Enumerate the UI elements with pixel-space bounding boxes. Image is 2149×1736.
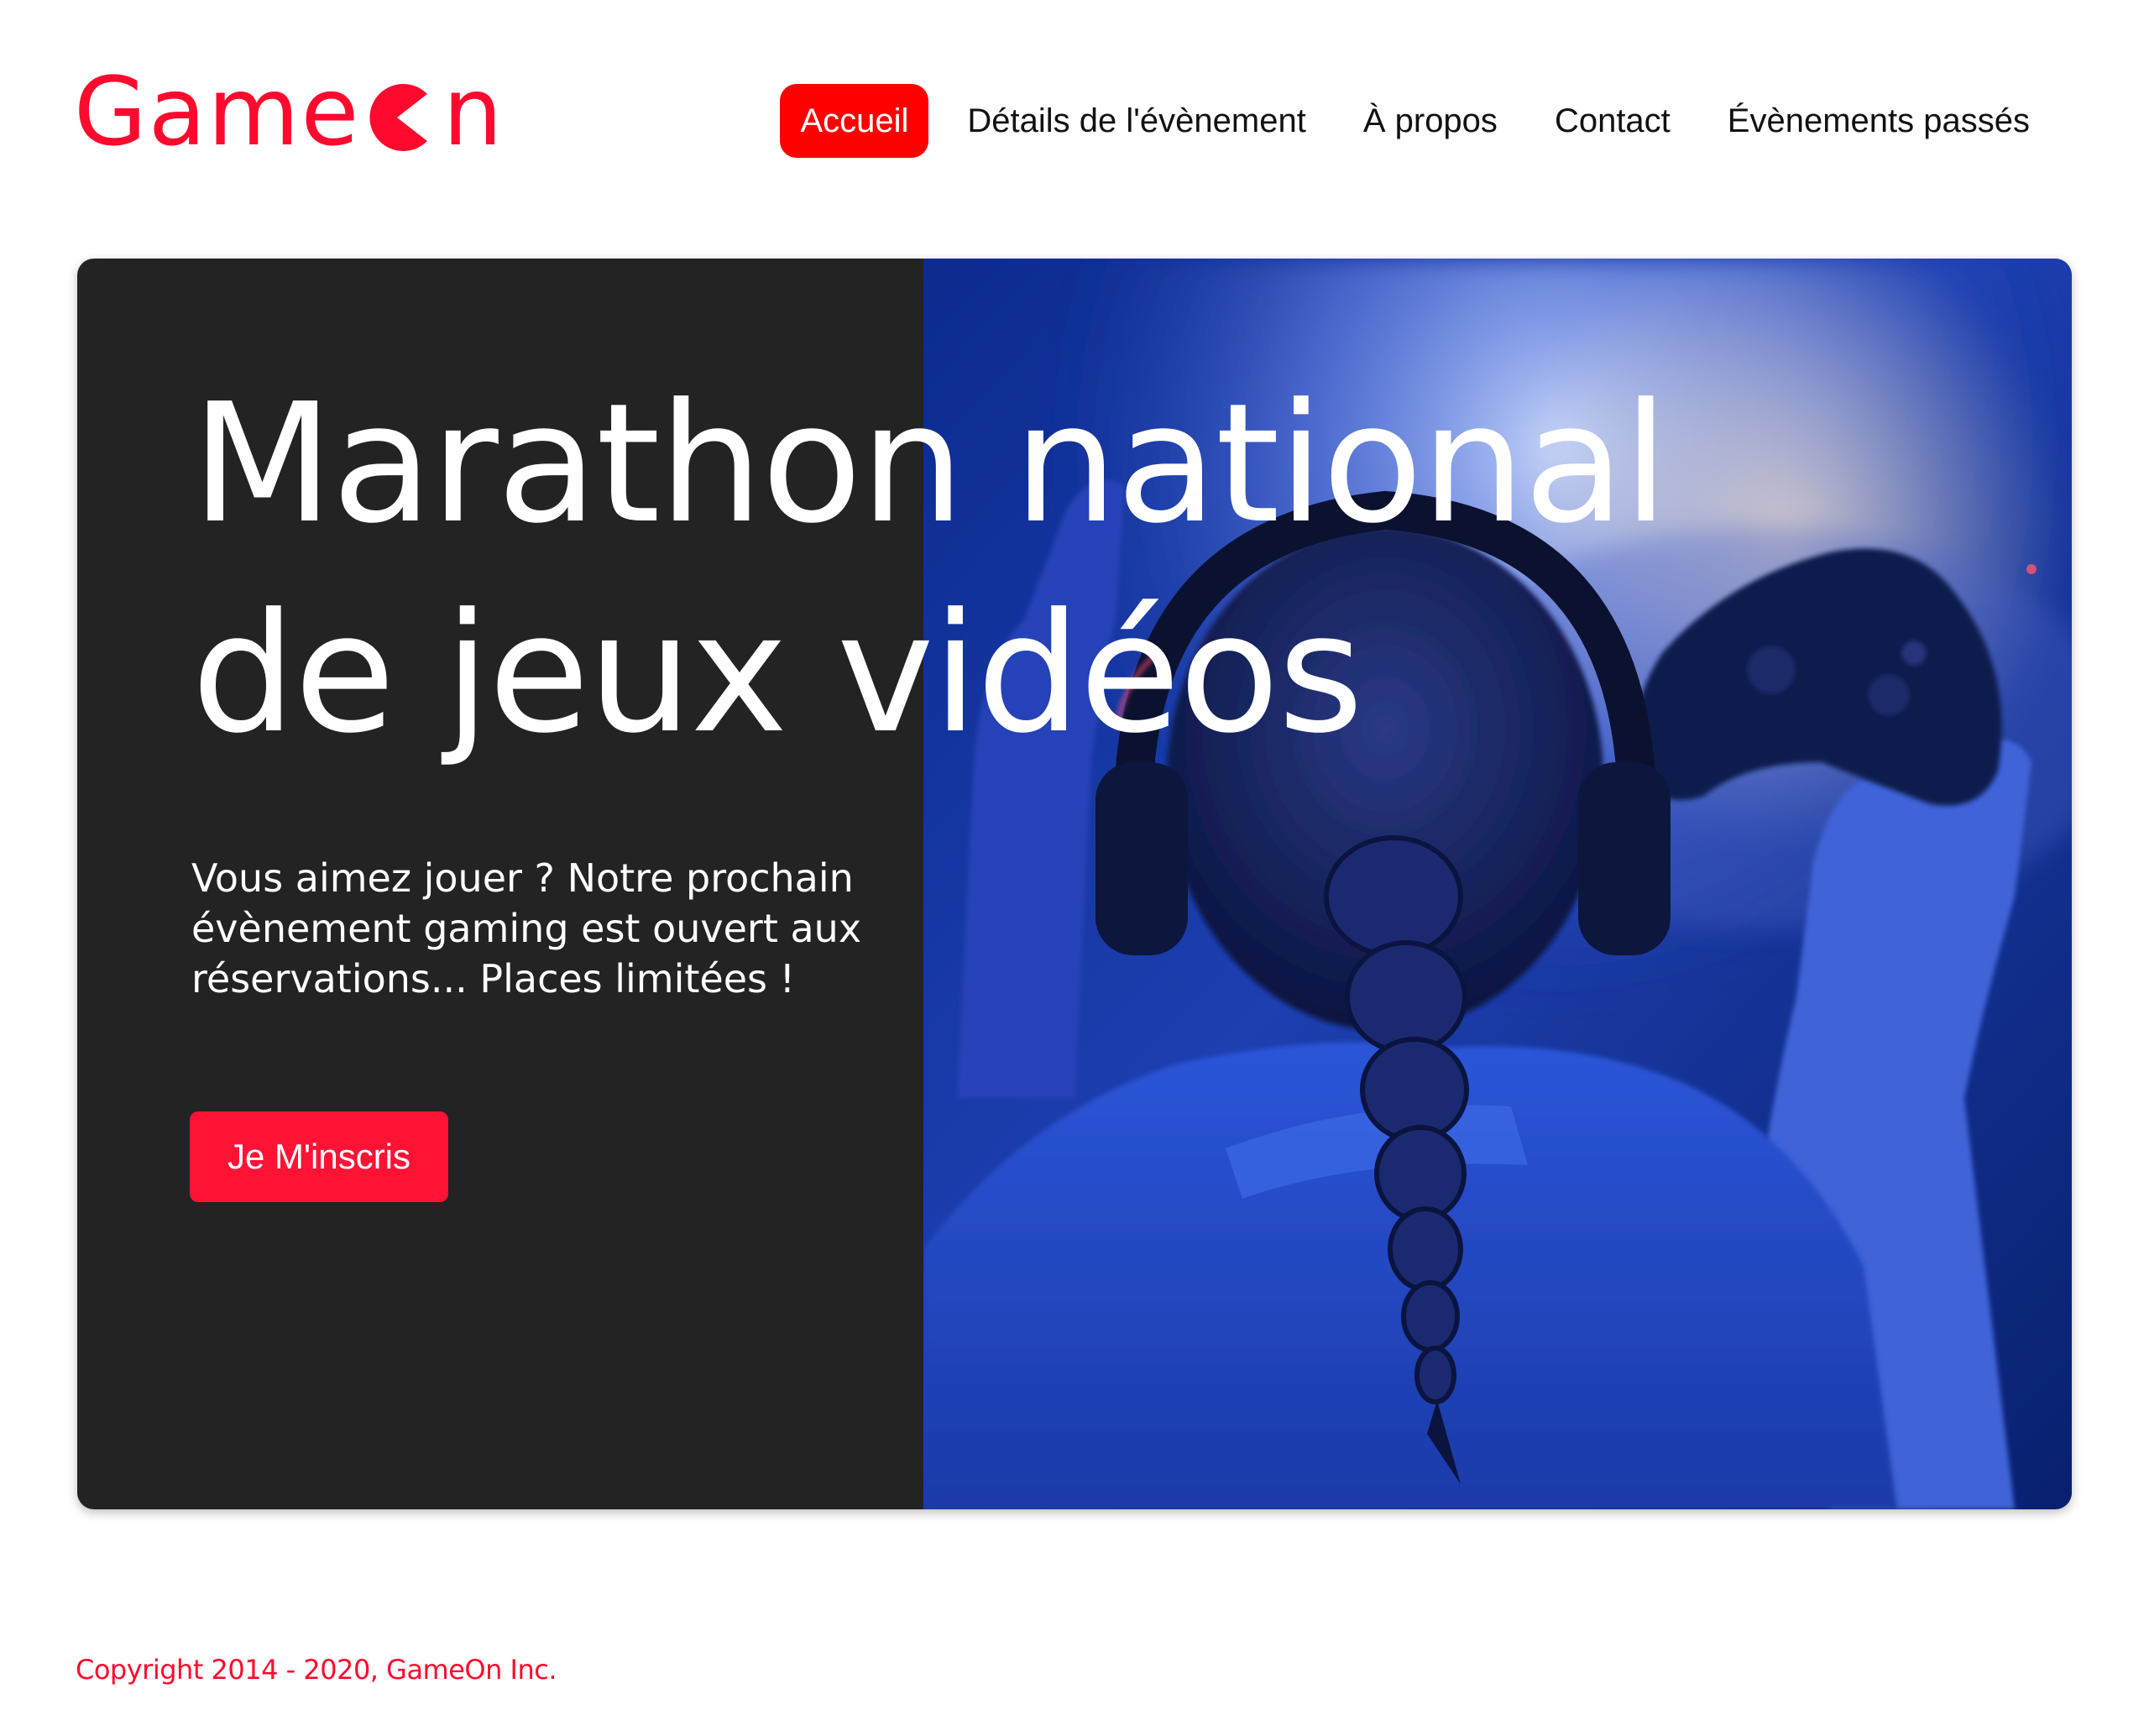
nav-item-details[interactable]: Détails de l'évènement [939, 84, 1334, 158]
main-nav: Accueil Détails de l'évènement À propos … [780, 84, 2058, 158]
hero-section: Marathon national de jeux vidéos Vous ai… [77, 259, 2072, 1509]
gameon-logo[interactable]: Game n [74, 62, 504, 163]
copyright-text: Copyright 2014 - 2020, GameOn Inc. [76, 1654, 557, 1686]
hero-description: Vous aimez jouer ? Notre prochain évènem… [191, 855, 862, 1001]
nav-item-a-propos[interactable]: À propos [1335, 84, 1526, 158]
nav-item-accueil[interactable]: Accueil [780, 84, 929, 158]
nav-item-contact[interactable]: Contact [1526, 84, 1699, 158]
hero-title: Marathon national de jeux vidéos [191, 359, 1954, 779]
pacman-o-icon [369, 76, 439, 159]
nav-item-evenements-passes[interactable]: Évènements passés [1699, 84, 2058, 158]
logo-text-prefix: Game [74, 58, 361, 167]
register-button[interactable]: Je M'inscris [190, 1111, 448, 1202]
site-header: Game n Accueil Détails de l'évènement À p… [0, 0, 2149, 252]
hero-title-line-2: de jeux vidéos [191, 578, 1363, 770]
hero-title-line-1: Marathon national [191, 369, 1669, 560]
logo-text-suffix: n [442, 58, 505, 167]
